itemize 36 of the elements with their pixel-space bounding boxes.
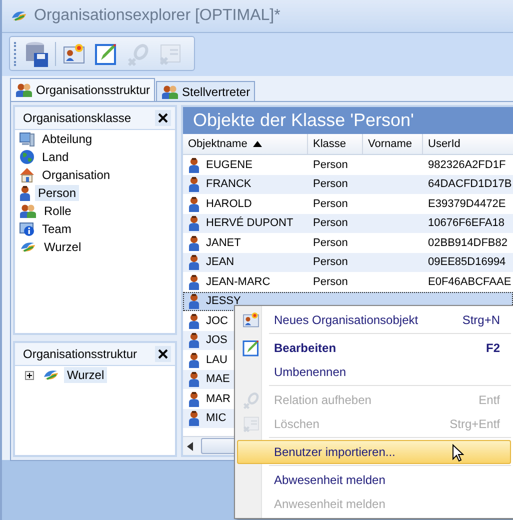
table-cell: FRANCK bbox=[206, 178, 252, 190]
table-cell: MAR bbox=[206, 392, 230, 405]
table-cell: JEAN-MARC bbox=[206, 276, 270, 288]
table-cell: Person bbox=[313, 276, 348, 288]
table-cell: 982326A2FD1F bbox=[428, 158, 506, 171]
table-cell: Person bbox=[313, 158, 348, 171]
table-cell: JANET bbox=[206, 236, 241, 249]
table-cell: Person bbox=[313, 178, 348, 190]
table-cell: MAE bbox=[206, 373, 230, 386]
table-cell: EUGENE bbox=[206, 158, 252, 171]
table-cell: Person bbox=[313, 198, 348, 210]
table-cell: 64DACFD1D17B bbox=[428, 178, 512, 190]
table-cell: Person bbox=[313, 217, 348, 230]
table-cell: JESSY bbox=[206, 295, 241, 308]
panel-title: Organisationsstruktur bbox=[23, 347, 138, 361]
table-cell: 02BB914DFB82 bbox=[428, 236, 508, 249]
grid-title: Objekte der Klasse 'Person' bbox=[183, 107, 513, 134]
shortcut-label: Strg+Entf bbox=[450, 417, 500, 431]
table-cell: HAROLD bbox=[206, 198, 252, 210]
window-title: Organisationsexplorer [OPTIMAL]* bbox=[34, 7, 280, 25]
shortcut-label: Strg+N bbox=[462, 313, 500, 327]
table-cell: JEAN bbox=[206, 256, 234, 268]
table-cell: JOC bbox=[206, 314, 228, 327]
table-cell: JOS bbox=[206, 334, 228, 346]
table-cell: Person bbox=[313, 256, 348, 268]
table-cell: MIC bbox=[206, 412, 226, 424]
table-cell: LAU bbox=[206, 354, 228, 366]
table-cell: HERVÉ DUPONT bbox=[206, 217, 294, 230]
table-cell: 09EE85D16994 bbox=[428, 256, 506, 268]
table-cell: E39379D4472E bbox=[428, 198, 506, 210]
table-cell: E0F46ABCFAAE bbox=[428, 276, 512, 288]
table-cell: Person bbox=[313, 236, 348, 249]
shortcut-label: F2 bbox=[486, 341, 500, 355]
shortcut-label: Entf bbox=[478, 393, 500, 407]
panel-title: Organisationsklasse bbox=[23, 111, 132, 125]
table-cell: 10676F6EFA18 bbox=[428, 217, 504, 230]
